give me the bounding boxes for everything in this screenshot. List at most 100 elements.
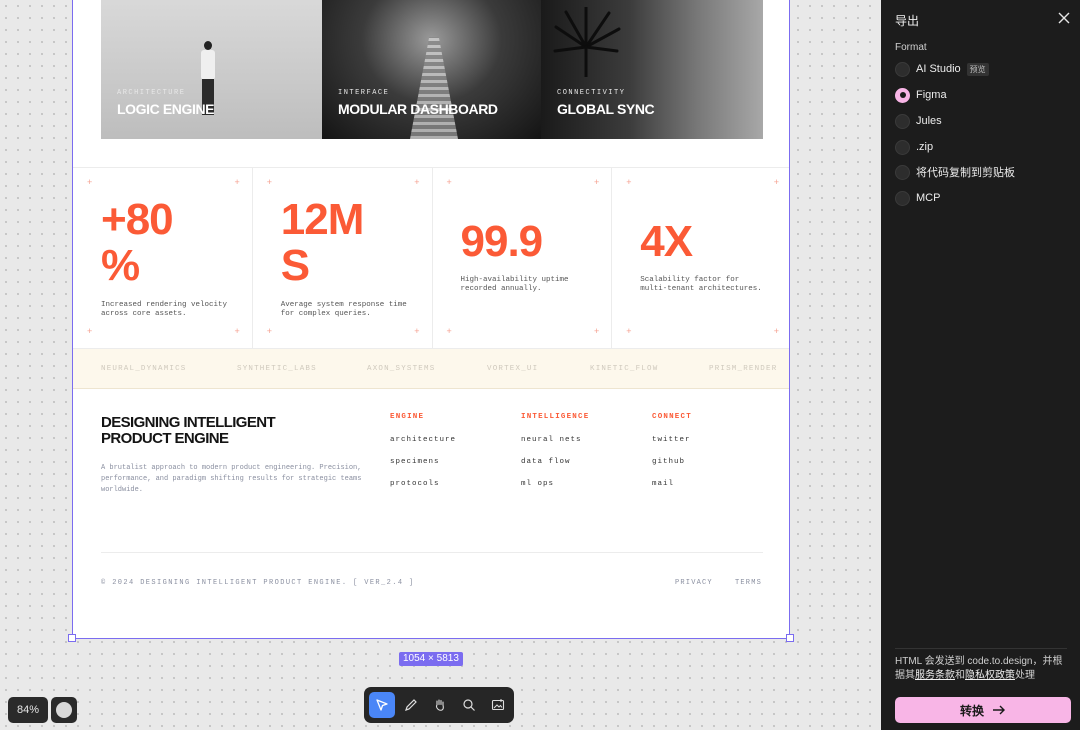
footer-divider [101,552,763,553]
close-icon[interactable] [1057,11,1071,25]
frame-size-label: 1054 × 5813 [399,652,463,666]
column-heading: INTELLIGENCE [521,413,590,421]
radio-button[interactable] [895,61,910,77]
stat-value: 12M [280,195,365,244]
radio-button[interactable] [895,190,910,206]
footer-link[interactable]: ml ops [521,480,631,502]
hero-title: LOGIC ENGINE [117,101,215,117]
panel-divider [895,648,1067,649]
ribbon-logo: NEURAL_DYNAMICS [101,365,187,373]
hero-tile-global-sync: CONNECTIVITY GLOBAL SYNC [541,0,763,139]
radio-button[interactable] [895,113,910,129]
format-option-clipboard[interactable]: 将代码复制到剪贴板 [895,163,1015,181]
stat-card: + + + + 99.9 High-availability uptime reco… [433,168,613,348]
footer-link[interactable]: data flow [521,458,631,480]
footer-link[interactable]: neural nets [521,436,631,458]
privacy-link[interactable]: PRIVACY [675,579,713,587]
footer-link[interactable]: architecture [390,436,500,458]
canvas-frame[interactable]: ARCHITECTURE LOGIC ENGINE INTERFACE MODU… [72,0,790,639]
zoom-level[interactable]: 84% [8,697,48,723]
resize-handle-bottom-right[interactable] [786,634,794,642]
stat-card: + + + + 4X Scalability factor for multi-te… [626,177,779,336]
pen-tool-button[interactable] [398,692,424,718]
footer-link[interactable]: twitter [652,436,762,458]
hero-gallery: ARCHITECTURE LOGIC ENGINE INTERFACE MODU… [101,0,763,139]
hero-tile-modular-dashboard: INTERFACE MODULAR DASHBOARD [322,0,541,139]
footer-blurb: A brutalist approach to modern product e… [101,464,362,494]
ribbon-logo: PRISM_RENDER [709,365,778,373]
format-option-ai-studio[interactable]: AI Studio 预览 [895,60,989,78]
footer-link[interactable]: mail [652,480,762,502]
convert-button[interactable]: 转换 [895,697,1071,723]
footer-column-engine: ENGINE architecture specimens protocols [390,413,500,502]
stat-card: + + + + +80 % Increased rendering velocity… [73,168,253,348]
footer-column-connect: CONNECT twitter github mail [652,413,762,502]
privacy-policy-link[interactable]: 隐私权政策 [965,670,1015,681]
format-option-jules[interactable]: Jules [895,112,942,130]
stat-value: +80 [101,195,174,244]
option-label: Figma [916,89,947,101]
footer-link[interactable]: specimens [390,458,500,480]
stat-value: 99.9 [460,217,544,266]
hero-title: GLOBAL SYNC [557,101,655,117]
stat-desc: High-availability uptime recorded annual… [460,276,569,293]
image-icon [491,699,505,711]
terms-link[interactable]: TERMS [735,579,762,587]
export-panel: 导出 Format AI Studio 预览 Figma Jules .zip … [881,0,1080,730]
hero-tile-logic-engine: ARCHITECTURE LOGIC ENGINE [101,0,322,139]
convert-label: 转换 [959,703,984,718]
stat-desc: Scalability factor for multi-tenant arch… [640,276,762,293]
stat-value-cont: % [101,241,140,290]
hero-kicker: CONNECTIVITY [557,89,626,97]
canvas-toolbar [364,687,514,723]
option-label: .zip [916,141,934,153]
stat-desc: Increased rendering velocity across core… [101,301,228,318]
circle-icon [56,702,72,718]
stat-value-cont: S [280,241,310,290]
footer-link[interactable]: github [652,458,762,480]
hand-tool-button[interactable] [427,692,453,718]
stat-value: 4X [640,217,693,266]
panel-title: 导出 [895,14,920,28]
footer-link[interactable]: protocols [390,480,500,502]
note-text: 和 [955,670,965,681]
stat-desc: Average system response time for complex… [280,301,407,318]
pen-icon [405,699,417,711]
select-tool-button[interactable] [369,692,395,718]
arrow-right-icon [993,705,1005,715]
radio-button[interactable] [895,164,910,180]
note-text: 处理 [1015,670,1035,681]
terms-of-service-link[interactable]: 服务条款 [915,670,955,681]
footer-title: DESIGNING INTELLIGENT PRODUCT ENGINE [101,414,276,447]
copyright-text: © 2024 DESIGNING INTELLIGENT PRODUCT ENG… [101,579,415,587]
export-note: HTML 会发送到 code.to.design，并根据其服务条款和隐私权政策处… [895,655,1070,683]
theme-toggle-button[interactable] [51,697,77,723]
hero-kicker: ARCHITECTURE [117,89,186,97]
option-label: 将代码复制到剪贴板 [916,167,1015,179]
option-label: MCP [916,192,941,204]
preview-badge: 预览 [966,62,989,76]
format-option-zip[interactable]: .zip [895,138,933,156]
select-icon [376,699,388,711]
resize-handle-bottom-left[interactable] [68,634,76,642]
column-heading: ENGINE [390,413,425,421]
ribbon-logo: VORTEX_UI [487,365,539,373]
palm-icon [553,7,621,77]
format-option-mcp[interactable]: MCP [895,189,940,207]
stats-row: + + + + +80 % Increased rendering velocity… [73,167,789,349]
format-option-figma[interactable]: Figma [895,86,947,104]
footer-column-intelligence: INTELLIGENCE neural nets data flow ml op… [521,413,631,502]
column-heading: CONNECT [652,413,692,421]
stat-card: + + + + 12M S Average system response time… [253,168,433,348]
option-label: AI Studio [916,63,961,75]
format-label: Format [895,42,927,53]
radio-button[interactable] [895,139,910,155]
logo-ribbon: NEURAL_DYNAMICS SYNTHETIC_LABS AXON_SYST… [73,349,789,389]
image-tool-button[interactable] [485,692,511,718]
ribbon-logo: AXON_SYSTEMS [367,365,436,373]
radio-button-selected[interactable] [895,87,910,103]
zoom-tool-button[interactable] [456,692,482,718]
hand-icon [435,699,444,711]
hero-kicker: INTERFACE [338,89,390,97]
stone-path-image [410,37,458,139]
